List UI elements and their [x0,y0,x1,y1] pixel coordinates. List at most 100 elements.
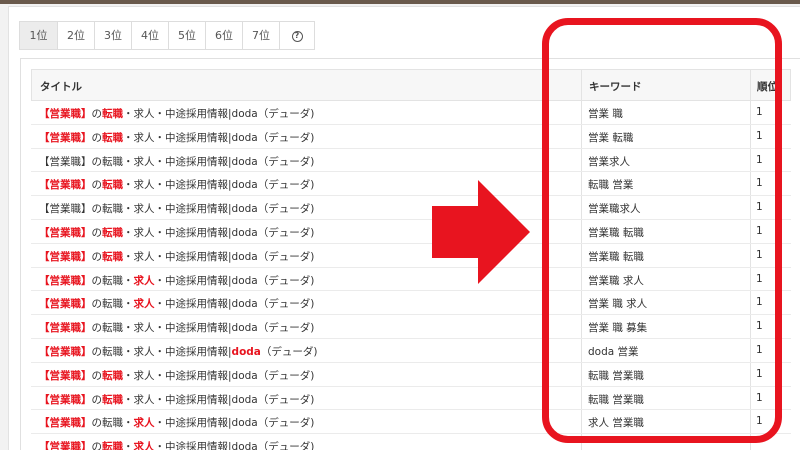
title-text: 【営業職】の転職・求人・中途採用情報|doda（デューダ) [39,155,315,168]
highlighted-term: 営業職 [49,179,82,192]
row-title[interactable]: 【営業職】の転職・求人・中途採用情報|doda（デューダ) [39,368,314,383]
help-icon: ? [291,30,303,42]
highlighted-term: 】 [81,345,92,358]
title-text: ・求人・中途採用情報|doda（デューダ) [123,369,315,382]
highlighted-term: 転職 [102,226,123,239]
highlighted-term: 【 [39,345,50,358]
highlighted-term: 【 [39,131,50,144]
highlighted-term: 】 [81,250,92,263]
highlighted-term: 営業職 [49,345,82,358]
title-text: ・求人・中途採用情報|doda（デューダ) [123,250,315,263]
row-title[interactable]: 【営業職】の転職・求人・中途採用情報|doda（デューダ) [39,392,314,407]
highlighted-term: 転職 [102,393,123,406]
highlighted-term: 】 [81,274,92,287]
highlighted-term: 】 [81,298,92,311]
highlighted-term: 転職 [102,441,123,450]
tab-rank-2[interactable]: 2位 [58,22,95,49]
highlight-frame [542,18,782,443]
row-title[interactable]: 【営業職】の転職・求人・中途採用情報|doda（デューダ) [39,106,314,121]
highlighted-term: 営業職 [49,250,82,263]
highlighted-term: 営業職 [49,441,82,450]
title-text: の転職・求人・中途採用情報| [91,345,232,358]
row-title[interactable]: 【営業職】の転職・求人・中途採用情報|doda（デューダ) [39,130,314,145]
highlighted-term: 【 [39,369,50,382]
highlighted-term: 営業職 [49,108,82,120]
row-title[interactable]: 【営業職】の転職・求人・中途採用情報|doda（デューダ) [39,177,314,192]
row-title[interactable]: 【営業職】の転職・求人・中途採用情報|doda（デューダ) [39,344,318,359]
title-text: の [91,131,103,144]
highlighted-term: 営業職 [49,274,82,287]
highlighted-term: 営業職 [49,131,82,144]
highlighted-term: 求人 [133,417,155,430]
row-title[interactable]: 【営業職】の転職・求人・中途採用情報|doda（デューダ) [39,415,314,430]
highlighted-term: 【 [39,393,50,406]
row-title[interactable]: 【営業職】の転職・求人・中途採用情報|doda（デューダ) [39,439,314,450]
highlighted-term: doda [231,345,261,358]
title-text: の [91,393,103,406]
row-title[interactable]: 【営業職】の転職・求人・中途採用情報|doda（デューダ) [39,320,314,335]
title-text: の [91,441,103,450]
highlighted-term: 】 [81,369,92,382]
tab-rank-5[interactable]: 5位 [169,22,206,49]
title-text: ・ [123,441,134,450]
highlighted-term: 営業職 [49,226,82,239]
highlighted-term: 】 [81,393,92,406]
highlighted-term: 】 [81,441,92,450]
highlighted-term: 】 [81,108,92,120]
highlighted-term: 】 [81,226,92,239]
title-text: ・中途採用情報|doda（デューダ) [154,274,315,287]
highlighted-term: 【 [39,322,50,335]
highlighted-term: 転職 [102,131,123,144]
tab-rank-1[interactable]: 1位 [20,22,58,49]
title-text: ・求人・中途採用情報|doda（デューダ) [123,179,315,192]
tab-rank-3[interactable]: 3位 [95,22,132,49]
tab-rank-6[interactable]: 6位 [206,22,243,49]
title-text: の [91,108,103,120]
highlighted-term: 【 [39,274,50,287]
title-text: （デューダ) [260,345,318,358]
highlighted-term: 転職 [102,369,123,382]
title-text: の [91,179,103,192]
row-title[interactable]: 【営業職】の転職・求人・中途採用情報|doda（デューダ) [39,201,314,216]
row-title[interactable]: 【営業職】の転職・求人・中途採用情報|doda（デューダ) [39,225,314,240]
title-text: の [91,226,103,239]
right-arrow-icon [432,180,530,284]
title-text: ・中途採用情報|doda（デューダ) [154,441,315,450]
rank-tabs: 1位 2位 3位 4位 5位 6位 7位 ? [19,21,315,50]
highlighted-term: 営業職 [49,322,82,335]
highlighted-term: 転職 [102,179,123,192]
title-text: ・求人・中途採用情報|doda（デューダ) [123,393,315,406]
title-text: ・求人・中途採用情報|doda（デューダ) [123,226,315,239]
highlighted-term: 】 [81,322,92,335]
tab-rank-7[interactable]: 7位 [243,22,280,49]
title-text: ・中途採用情報|doda（デューダ) [154,417,315,430]
highlighted-term: 【 [39,298,50,311]
row-title[interactable]: 【営業職】の転職・求人・中途採用情報|doda（デューダ) [39,249,314,264]
highlighted-term: 営業職 [49,298,82,311]
row-title[interactable]: 【営業職】の転職・求人・中途採用情報|doda（デューダ) [39,273,314,288]
highlighted-term: 営業職 [49,417,82,430]
title-text: の転職・ [91,274,134,287]
top-border [0,0,800,4]
title-text: ・求人・中途採用情報|doda（デューダ) [123,131,315,144]
title-text: の転職・ [91,298,134,311]
title-text: の転職・ [91,417,134,430]
row-title[interactable]: 【営業職】の転職・求人・中途採用情報|doda（デューダ) [39,154,314,169]
row-title[interactable]: 【営業職】の転職・求人・中途採用情報|doda（デューダ) [39,296,314,311]
highlighted-term: 求人 [133,274,155,287]
highlighted-term: 【 [39,250,50,263]
column-header-title: タイトル [40,81,82,93]
highlighted-term: 】 [81,131,92,144]
highlighted-term: 転職 [102,250,123,263]
highlighted-term: 営業職 [49,369,82,382]
highlighted-term: 【 [39,108,50,120]
highlighted-term: 転職 [102,108,123,120]
title-text: ・中途採用情報|doda（デューダ) [154,298,315,311]
highlighted-term: 営業職 [49,393,82,406]
tab-help[interactable]: ? [280,22,314,49]
title-text: の転職・求人・中途採用情報|doda（デューダ) [91,322,315,335]
highlighted-term: 【 [39,179,50,192]
tab-rank-4[interactable]: 4位 [132,22,169,49]
title-text: の [91,250,103,263]
title-text: 【営業職】の転職・求人・中途採用情報|doda（デューダ) [39,203,315,216]
